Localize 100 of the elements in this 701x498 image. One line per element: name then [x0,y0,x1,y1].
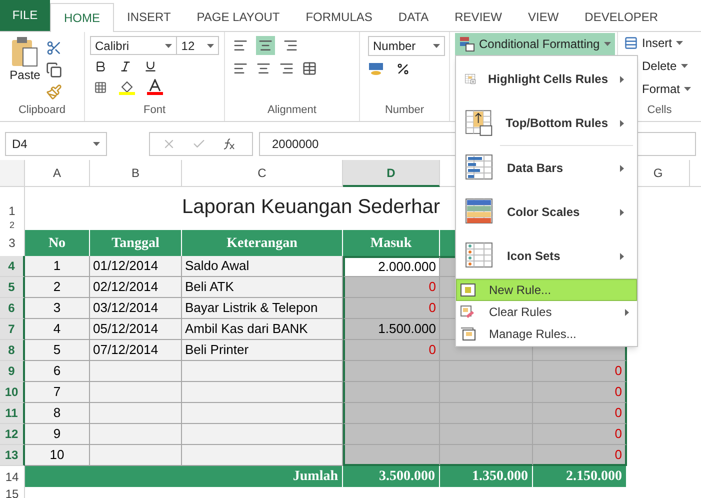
sheet-title: Laporan Keuangan Sederhar [181,195,440,220]
number-format-field[interactable]: Number [368,36,445,56]
top-bottom-rules-icon [465,109,494,137]
table-cell: 0 [533,403,627,424]
ribbon-tab[interactable]: VIEW [514,2,572,31]
font-name-field[interactable]: Calibri [90,36,178,55]
currency-icon[interactable] [368,62,384,76]
ribbon-tab[interactable]: INSERT [114,2,184,31]
ribbon-tab[interactable]: DATA [385,2,442,31]
column-header[interactable]: D [343,160,440,187]
group-label: Number [384,102,426,118]
underline-icon[interactable] [144,60,157,73]
total-cell: 3.500.000 [343,466,440,487]
table-cell: 6 [25,361,90,382]
align-right-icon[interactable] [279,61,294,76]
table-cell: 0 [343,340,440,361]
table-cell: 7 [25,382,90,403]
caret-icon [680,64,688,68]
row-header[interactable]: 9 [0,361,25,382]
table-header-cell: Keterangan [182,230,343,256]
table-header-cell: Masuk [343,230,440,256]
table-cell: 07/12/2014 [90,340,182,361]
menu-item[interactable]: Color Scales [456,190,637,234]
italic-icon[interactable] [119,60,132,73]
table-header-cell: No [25,230,90,256]
menu-item[interactable]: Manage Rules... [456,323,637,345]
manage-rules-icon [460,327,476,341]
middle-align-button[interactable] [256,36,275,55]
name-box[interactable]: D4 [5,132,107,156]
caret-icon [207,44,214,48]
paste-button[interactable]: Paste [8,36,42,102]
align-center-icon[interactable] [256,61,271,76]
table-cell: 2 [25,277,90,298]
format-painter-icon[interactable] [46,84,62,100]
menu-item[interactable]: Highlight Cells Rules [456,57,637,101]
table-header-cell: Tanggal [90,230,182,256]
group-label: Cells [646,102,673,118]
font-color-icon[interactable] [147,79,163,95]
row-header[interactable]: 4 [0,256,25,277]
eraser-icon [460,305,476,319]
table-cell: 4 [25,319,90,340]
row-header[interactable]: 10 [0,382,25,403]
icon-sets-icon [465,242,495,270]
borders-icon[interactable] [94,80,107,94]
bold-icon[interactable] [94,60,107,73]
column-header[interactable]: C [182,160,343,187]
middle-align-icon [258,38,273,53]
table-cell: 8 [25,403,90,424]
ribbon-tab[interactable]: FORMULAS [292,2,386,31]
table-cell: 0 [533,424,627,445]
group-label: Clipboard [17,102,67,118]
row-header[interactable]: 8 [0,340,25,361]
table-cell: 1 [25,256,90,277]
row-header[interactable]: 12 [0,424,25,445]
file-tab[interactable]: FILE [0,0,50,31]
cut-icon[interactable] [46,40,62,56]
total-cell: 2.150.000 [533,466,627,487]
row-header[interactable]: 13 [0,445,25,466]
function-icon[interactable] [222,138,236,150]
column-header[interactable]: A [25,160,90,187]
menu-item[interactable]: Icon Sets [456,234,637,278]
table-cell: 0 [343,298,440,319]
caret-icon [433,44,440,48]
caret-icon [93,142,100,146]
insert-cells-button[interactable]: Insert [624,33,695,53]
column-header[interactable]: B [90,160,182,187]
ribbon-tab[interactable]: PAGE LAYOUT [184,2,293,31]
table-cell: 0 [533,382,627,403]
table-cell: 2.000.000 [343,256,440,277]
menu-item[interactable]: Clear Rules [456,301,637,323]
ribbon-tab[interactable]: HOME [50,3,114,32]
caret-icon [676,40,684,45]
font-size-field[interactable]: 12 [177,36,219,55]
table-cell: 01/12/2014 [90,256,182,277]
table-cell: 05/12/2014 [90,319,182,340]
row-header[interactable]: 11 [0,403,25,424]
bottom-align-icon[interactable] [283,38,298,53]
table-cell: 0 [343,277,440,298]
table-cell: Ambil Kas dari BANK [182,319,343,340]
align-left-icon[interactable] [233,61,248,76]
percent-icon[interactable] [396,62,410,76]
copy-icon[interactable] [46,62,62,78]
menu-item[interactable]: New Rule... [456,279,637,301]
insert-icon [624,36,638,50]
row-header[interactable]: 7 [0,319,25,340]
ribbon-tab[interactable]: DEVELOPER [572,2,672,31]
table-cell: 1.500.000 [343,319,440,340]
conditional-formatting-button[interactable]: Conditional Formatting [455,33,615,55]
table-cell: 0 [533,361,627,382]
row-header[interactable]: 5 [0,277,25,298]
caret-icon [604,42,611,46]
ribbon-tab[interactable]: REVIEW [442,2,515,31]
conditional-formatting-icon [459,36,475,52]
row-header[interactable]: 6 [0,298,25,319]
group-label: Alignment [266,102,318,118]
color-scales-icon [465,198,495,226]
top-align-icon[interactable] [233,38,248,53]
group-label: Font [142,102,166,118]
merge-icon[interactable] [302,61,317,76]
fill-color-icon[interactable] [119,79,135,95]
